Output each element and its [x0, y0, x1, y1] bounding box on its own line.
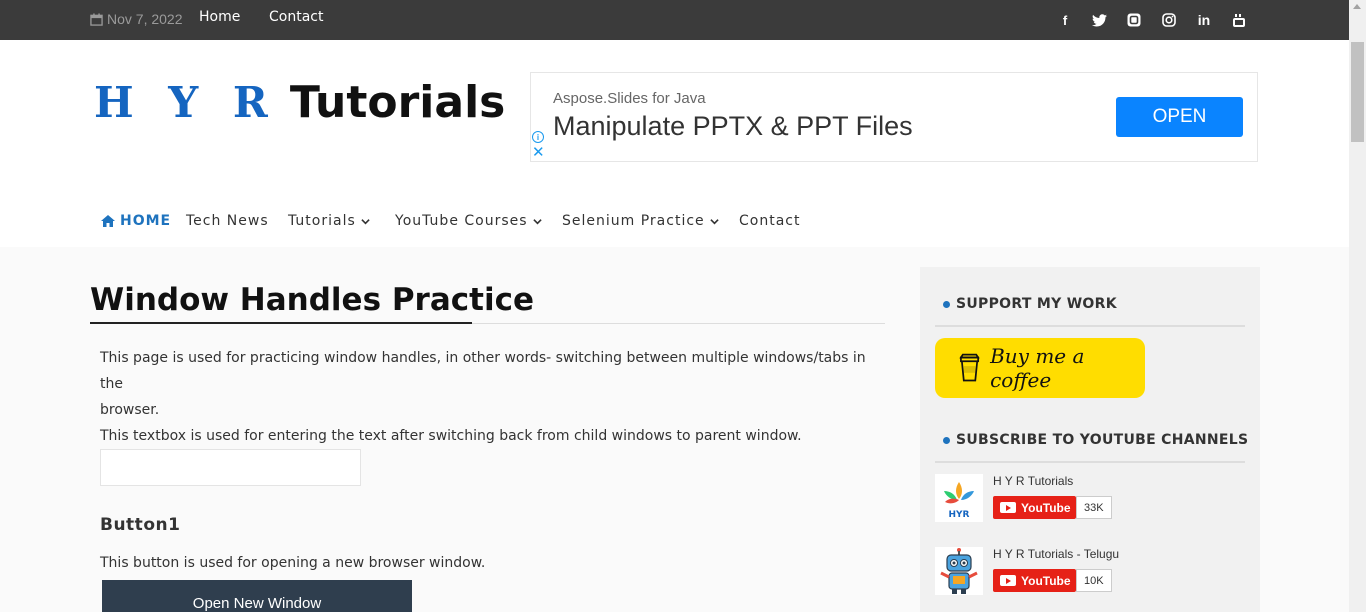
support-divider — [935, 325, 1245, 327]
twitter-icon[interactable] — [1090, 11, 1108, 29]
textbox-description: This textbox is used for entering the te… — [100, 428, 802, 444]
site-logo[interactable]: H Y R Tutorials — [94, 75, 505, 131]
facebook-icon[interactable]: f — [1056, 11, 1074, 29]
chevron-down-icon — [532, 218, 542, 224]
page-scrollbar[interactable] — [1349, 0, 1366, 612]
channel-thumb-text: HYR — [949, 510, 970, 520]
parent-window-textbox[interactable] — [100, 449, 361, 486]
ad-open-button[interactable]: OPEN — [1116, 97, 1243, 137]
home-icon — [101, 215, 115, 227]
channel-hyr-tutorials: HYR H Y R Tutorials YouTube 33K — [935, 474, 1245, 524]
support-title-text: SUPPORT MY WORK — [956, 296, 1117, 312]
title-underline — [90, 322, 472, 324]
blogger-icon[interactable] — [1125, 11, 1143, 29]
channel-avatar[interactable]: HYR — [935, 474, 983, 522]
ad-small-text: Aspose.Slides for Java — [553, 90, 706, 107]
youtube-play-icon — [1000, 502, 1016, 513]
site-header: H Y R Tutorials i ✕ Aspose.Slides for Ja… — [0, 40, 1349, 247]
calendar-icon — [90, 12, 103, 26]
button1-heading: Button1 — [100, 515, 181, 535]
button-description: This button is used for opening a new br… — [100, 555, 486, 571]
subscribe-divider — [935, 461, 1245, 463]
support-widget-title: SUPPORT MY WORK — [943, 296, 1117, 312]
ad-headline: Manipulate PPTX & PPT Files — [553, 111, 913, 141]
nav-item-home[interactable]: HOME — [101, 213, 171, 229]
youtube-button-label: YouTube — [1021, 500, 1071, 515]
nav-item-tutorials[interactable]: Tutorials — [288, 213, 370, 229]
ad-banner[interactable]: i ✕ Aspose.Slides for Java Manipulate PP… — [530, 72, 1258, 162]
date-text: Nov 7, 2022 — [107, 11, 183, 27]
date-display: Nov 7, 2022 — [90, 11, 183, 27]
logo-hyr: H Y R — [94, 78, 278, 127]
bullet-dot-icon — [943, 300, 950, 308]
subscribe-title-text: SUBSCRIBE TO YOUTUBE CHANNELS — [956, 432, 1249, 448]
top-bar: Nov 7, 2022 Home Contact f in — [0, 0, 1349, 40]
nav-item-contact[interactable]: Contact — [739, 213, 800, 229]
youtube-subscribe-button[interactable]: YouTube — [993, 496, 1076, 519]
scrollbar-thumb[interactable] — [1351, 42, 1364, 142]
open-new-window-button[interactable]: Open New Window — [102, 580, 412, 612]
nav-label-home: HOME — [120, 213, 172, 229]
intro-line-1: This page is used for practicing window … — [100, 350, 866, 392]
nav-label-tech-news: Tech News — [186, 213, 269, 229]
subscriber-count: 33K — [1076, 496, 1112, 519]
scroll-up-arrow-icon[interactable] — [1353, 4, 1361, 9]
intro-paragraph: This page is used for practicing window … — [100, 345, 880, 423]
youtube-icon[interactable] — [1230, 11, 1248, 29]
nav-item-tech-news[interactable]: Tech News — [186, 213, 269, 229]
nav-label-selenium-practice: Selenium Practice — [562, 213, 705, 229]
page-title: Window Handles Practice — [90, 282, 534, 318]
nav-label-youtube-courses: YouTube Courses — [395, 213, 528, 229]
subscriber-count: 10K — [1076, 569, 1112, 592]
ad-info-icon[interactable]: i — [532, 131, 544, 143]
topbar-link-home[interactable]: Home — [199, 9, 240, 25]
linkedin-icon[interactable]: in — [1195, 11, 1213, 29]
buy-me-a-coffee-button[interactable]: Buy me a coffee — [935, 338, 1145, 398]
ad-close-icon[interactable]: ✕ — [532, 145, 545, 161]
logo-tutorials: Tutorials — [289, 77, 506, 128]
chevron-down-icon — [709, 218, 719, 224]
channel-name[interactable]: H Y R Tutorials — [993, 474, 1073, 488]
youtube-subscribe-button[interactable]: YouTube — [993, 569, 1076, 592]
nav-label-tutorials: Tutorials — [288, 213, 356, 229]
nav-item-selenium-practice[interactable]: Selenium Practice — [562, 213, 719, 229]
coffee-cup-icon — [959, 353, 980, 382]
subscribe-widget-title: SUBSCRIBE TO YOUTUBE CHANNELS — [943, 432, 1248, 448]
youtube-play-icon — [1000, 575, 1016, 586]
nav-item-youtube-courses[interactable]: YouTube Courses — [395, 213, 542, 229]
topbar-link-contact[interactable]: Contact — [269, 9, 323, 25]
youtube-button-label: YouTube — [1021, 573, 1071, 588]
channel-hyr-tutorials-telugu: H Y R Tutorials - Telugu YouTube 10K — [935, 547, 1245, 597]
nav-label-contact: Contact — [739, 213, 801, 229]
intro-line-2: browser. — [100, 402, 160, 418]
bullet-dot-icon — [943, 436, 950, 444]
channel-name[interactable]: H Y R Tutorials - Telugu — [993, 547, 1119, 561]
channel-avatar[interactable] — [935, 547, 983, 595]
instagram-icon[interactable] — [1160, 11, 1178, 29]
chevron-down-icon — [361, 218, 370, 224]
coffee-label: Buy me a coffee — [990, 344, 1085, 392]
